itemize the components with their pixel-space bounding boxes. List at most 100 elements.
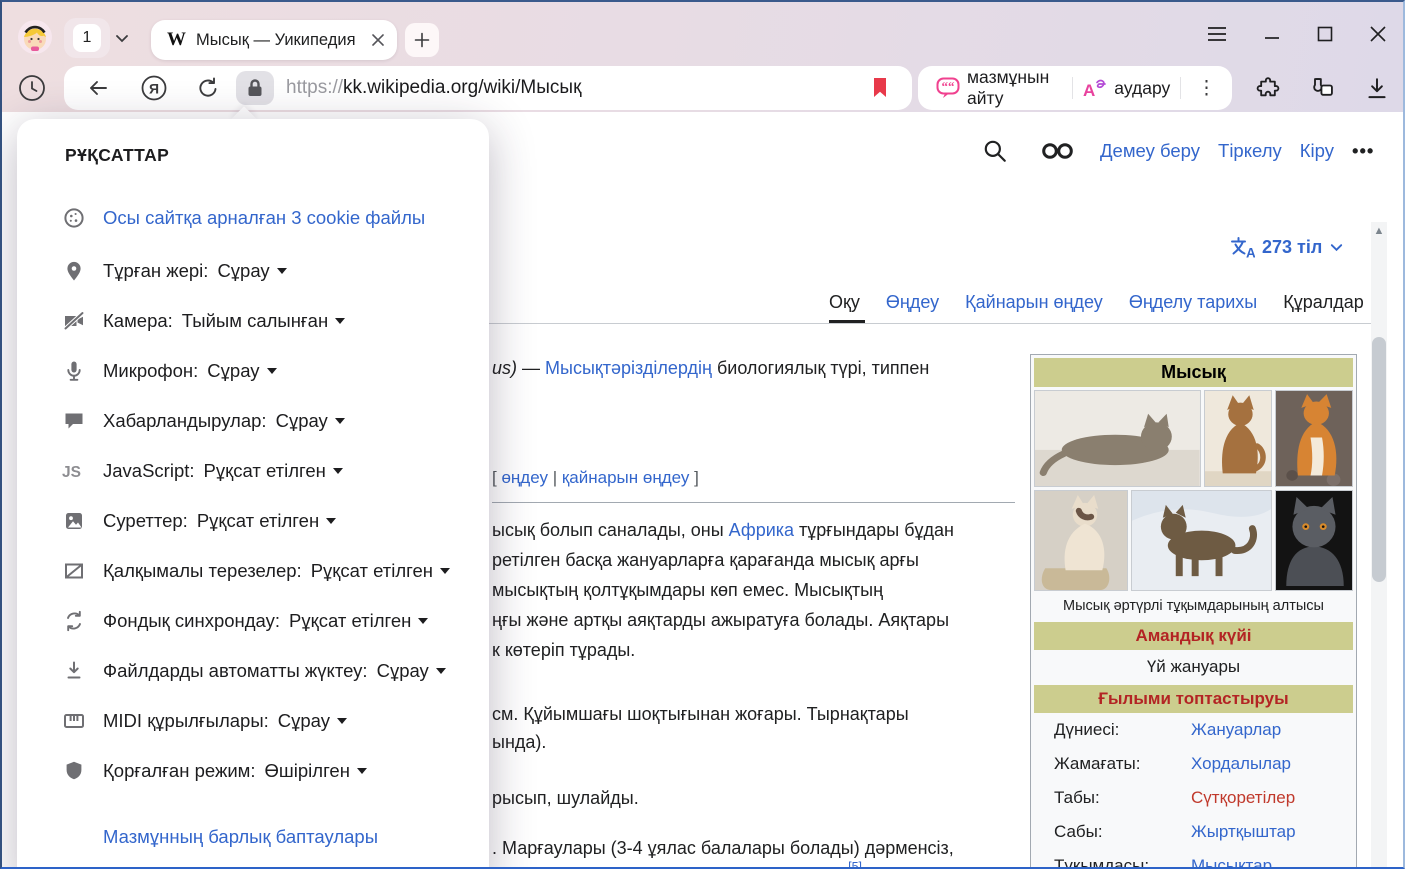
tab-edit[interactable]: Өңдеу xyxy=(886,292,939,313)
cat-photo-tabby-lying[interactable] xyxy=(1034,390,1201,487)
menu-icon[interactable] xyxy=(1205,22,1229,46)
section-edit-source-link[interactable]: қайнарын өңдеу xyxy=(562,468,690,487)
permission-row-notifications[interactable]: Хабарландырулар: Сұрау xyxy=(17,396,489,446)
taxonomy-phylum-link[interactable]: Хордалылар xyxy=(1191,754,1291,774)
dropdown-caret-icon[interactable] xyxy=(326,518,336,524)
tab-close-icon[interactable] xyxy=(371,33,385,47)
maximize-button[interactable] xyxy=(1313,22,1337,46)
cat-photo-siamese[interactable] xyxy=(1034,490,1128,591)
section-edit-links: [ өңдеу | қайнарын өңдеу ] xyxy=(492,468,699,488)
cat-photo-abyssinian[interactable] xyxy=(1204,390,1272,487)
permission-row-location[interactable]: Тұрған жері: Сұрау xyxy=(17,246,489,296)
permission-row-camera[interactable]: Камера: Тыйым салынған xyxy=(17,296,489,346)
dropdown-caret-icon[interactable] xyxy=(436,668,446,674)
section-edit-link[interactable]: өңдеу xyxy=(501,468,548,487)
wikipedia-favicon: W xyxy=(167,29,186,51)
svg-text:JS: JS xyxy=(62,464,81,481)
url-text[interactable]: https://kk.wikipedia.org/wiki/Мысық xyxy=(286,77,581,99)
taxonomy-row: Дүниесі:Жануарлар xyxy=(1034,713,1353,747)
refresh-icon[interactable] xyxy=(196,76,220,100)
scrollbar[interactable]: ▲ ▼ xyxy=(1371,222,1387,869)
location-pin-icon xyxy=(61,259,87,283)
cat-photo-orange-cat[interactable] xyxy=(1275,390,1353,487)
dropdown-caret-icon[interactable] xyxy=(440,568,450,574)
permission-row-protected-mode[interactable]: Қорғалған режим: Өшірілген xyxy=(17,746,489,796)
donate-link[interactable]: Демеу беру xyxy=(1100,140,1200,162)
shield-icon xyxy=(61,759,87,783)
paragraph-line: ында). xyxy=(492,732,546,753)
section-divider xyxy=(492,502,1015,503)
active-tab[interactable]: W Мысық — Уикипедия xyxy=(151,20,397,60)
cat-family-link[interactable]: Мысықтәрізділердің xyxy=(545,358,712,378)
taxonomy-order-link[interactable]: Жыртқыштар xyxy=(1191,822,1296,842)
dropdown-caret-icon[interactable] xyxy=(277,268,287,274)
cookies-link[interactable]: Осы сайтқа арналған 3 cookie файлы xyxy=(103,207,425,229)
read-aloud-button[interactable]: мазмұнын айту xyxy=(967,67,1062,109)
appearance-icon[interactable] xyxy=(1040,142,1076,160)
dropdown-caret-icon[interactable] xyxy=(267,368,277,374)
taxonomy-row: Сабы:Жыртқыштар xyxy=(1034,815,1353,849)
tab-tools[interactable]: Құралдар xyxy=(1283,292,1384,313)
cookie-icon xyxy=(61,206,87,230)
paragraph-line: рысып, шулайды. xyxy=(492,788,639,809)
cookies-row: Осы сайтқа арналған 3 cookie файлы xyxy=(17,196,489,240)
taxonomy-class-link[interactable]: Сүтқоретілер xyxy=(1191,788,1295,808)
popup-window-icon xyxy=(61,559,87,583)
cat-photo-gray-cat[interactable] xyxy=(1275,490,1353,591)
close-button[interactable] xyxy=(1366,22,1390,46)
cat-photo-tabby-snow[interactable] xyxy=(1131,490,1272,591)
register-link[interactable]: Тіркелу xyxy=(1218,140,1282,162)
tab-group-chevron-icon[interactable] xyxy=(114,30,130,46)
africa-link[interactable]: Африка xyxy=(729,520,794,540)
scrollbar-thumb[interactable] xyxy=(1372,337,1386,582)
login-link[interactable]: Кіру xyxy=(1300,140,1334,162)
dropdown-caret-icon[interactable] xyxy=(333,468,343,474)
dropdown-caret-icon[interactable] xyxy=(335,418,345,424)
site-permissions-button[interactable] xyxy=(236,71,274,105)
all-content-settings-link[interactable]: Мазмұнның барлық баптаулары xyxy=(103,826,378,847)
taxonomy-kingdom-link[interactable]: Жануарлар xyxy=(1191,720,1281,740)
dropdown-caret-icon[interactable] xyxy=(337,718,347,724)
tab-count: 1 xyxy=(73,24,101,52)
language-icon: A xyxy=(1230,236,1255,259)
new-tab-button[interactable] xyxy=(405,23,439,57)
page-tools: ““ мазмұнын айту А аудару ⋮ xyxy=(918,66,1232,110)
search-icon[interactable] xyxy=(982,138,1008,164)
permission-row-popups[interactable]: Қалқымалы терезелер: Рұқсат етілген xyxy=(17,546,489,596)
permission-row-auto-downloads[interactable]: Файлдарды автоматты жүктеу: Сұрау xyxy=(17,646,489,696)
bookmark-icon[interactable] xyxy=(870,76,890,100)
taxonomy-family-link[interactable]: Мысықтар xyxy=(1191,856,1272,869)
address-bar[interactable]: Я https://kk.wikipedia.org/wiki/Мысық xyxy=(64,66,912,110)
tab-edit-source[interactable]: Қайнарын өңдеу xyxy=(965,292,1103,313)
minimize-button[interactable] xyxy=(1260,22,1284,46)
dropdown-caret-icon[interactable] xyxy=(335,318,345,324)
cat-photo-collage xyxy=(1034,390,1353,591)
extensions-icon[interactable] xyxy=(1255,76,1281,102)
header-more-icon[interactable]: ••• xyxy=(1352,140,1374,162)
tab-group-counter[interactable]: 1 xyxy=(64,18,110,58)
camera-off-icon xyxy=(61,309,87,333)
history-icon[interactable] xyxy=(18,74,46,102)
infobox-status-value: Үй жануары xyxy=(1034,650,1353,685)
svg-text:A: A xyxy=(1246,246,1255,260)
yandex-icon[interactable]: Я xyxy=(140,74,168,102)
tools-more-icon[interactable]: ⋮ xyxy=(1191,77,1222,100)
collections-icon[interactable] xyxy=(1308,76,1336,102)
tab-history[interactable]: Өңделу тарихы xyxy=(1129,292,1257,313)
back-icon[interactable] xyxy=(86,76,110,100)
infobox-status-header: Амандық күйі xyxy=(1034,622,1353,650)
language-selector[interactable]: A 273 тіл xyxy=(1230,236,1344,259)
downloads-icon[interactable] xyxy=(1364,76,1390,102)
permission-row-background-sync[interactable]: Фондық синхрондау: Рұқсат етілген xyxy=(17,596,489,646)
permission-row-microphone[interactable]: Микрофон: Сұрау xyxy=(17,346,489,396)
permission-row-images[interactable]: Суреттер: Рұқсат етілген xyxy=(17,496,489,546)
permission-row-midi[interactable]: MIDI құрылғылары: Сұрау xyxy=(17,696,489,746)
profile-avatar[interactable] xyxy=(18,20,52,54)
dropdown-caret-icon[interactable] xyxy=(357,768,367,774)
reference-5-link[interactable]: [5] xyxy=(848,860,862,869)
tab-read[interactable]: Оқу xyxy=(829,292,860,313)
permission-row-javascript[interactable]: JS JavaScript: Рұқсат етілген xyxy=(17,446,489,496)
translate-button[interactable]: аудару xyxy=(1114,78,1170,99)
scroll-up-icon[interactable]: ▲ xyxy=(1373,225,1385,237)
dropdown-caret-icon[interactable] xyxy=(418,618,428,624)
